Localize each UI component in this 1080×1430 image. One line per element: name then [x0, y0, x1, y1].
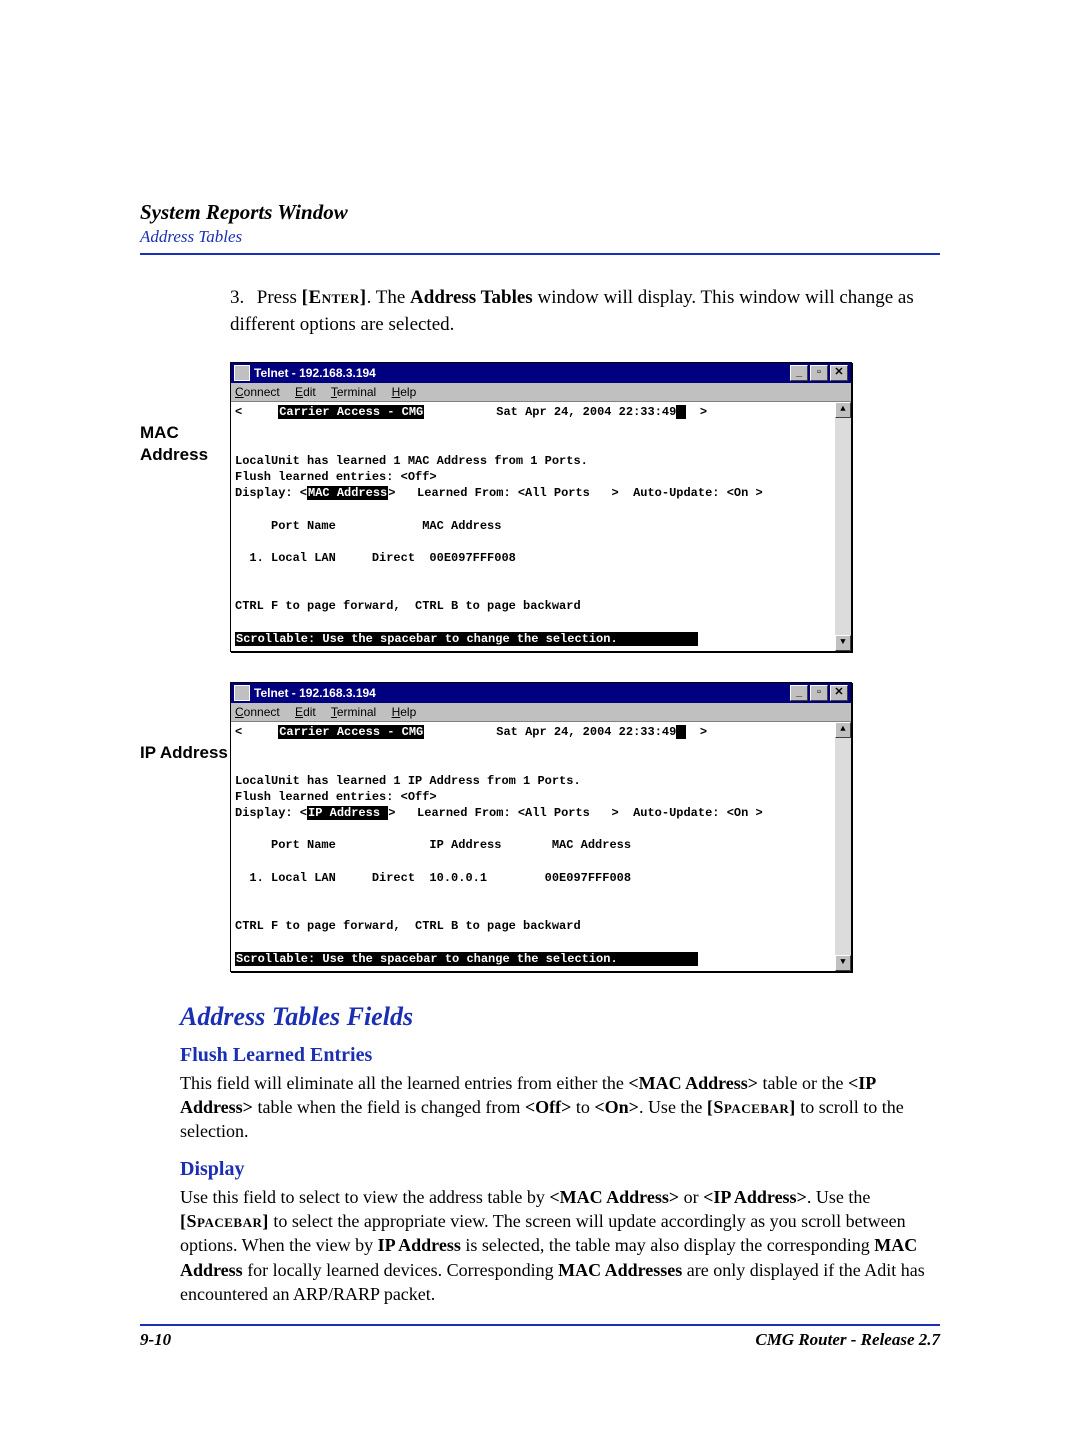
step-3: 3. Press [Enter]. The Address Tables win… [230, 285, 940, 338]
menu-help[interactable]: Help [392, 705, 417, 719]
step-text-1: Press [257, 287, 302, 308]
scroll-track[interactable] [835, 418, 851, 635]
scroll-up-icon[interactable]: ▲ [835, 402, 851, 418]
titlebar[interactable]: Telnet - 192.168.3.194 _ ▫ ✕ [231, 363, 851, 383]
terminal-mac[interactable]: < Carrier Access - CMG Sat Apr 24, 2004 … [231, 402, 835, 651]
scroll-track[interactable] [835, 738, 851, 955]
close-button[interactable]: ✕ [830, 365, 848, 381]
display-paragraph: Use this field to select to view the add… [180, 1185, 940, 1306]
telnet-window-ip: Telnet - 192.168.3.194 _ ▫ ✕ Connect Edi… [230, 682, 852, 972]
telnet-window-mac: Telnet - 192.168.3.194 _ ▫ ✕ CConnectonn… [230, 362, 852, 652]
terminal-ip[interactable]: < Carrier Access - CMG Sat Apr 24, 2004 … [231, 722, 835, 971]
window-title: Telnet - 192.168.3.194 [254, 366, 790, 380]
display-heading: Display [180, 1158, 940, 1181]
menu-terminal[interactable]: Terminal [331, 385, 376, 399]
window-title: Telnet - 192.168.3.194 [254, 686, 790, 700]
scrollbar[interactable]: ▲ ▼ [835, 402, 851, 651]
page-number: 9-10 [140, 1330, 171, 1350]
flush-heading: Flush Learned Entries [180, 1044, 940, 1067]
titlebar[interactable]: Telnet - 192.168.3.194 _ ▫ ✕ [231, 683, 851, 703]
maximize-button[interactable]: ▫ [810, 685, 828, 701]
step-bold-1: Address Tables [410, 287, 533, 308]
flush-paragraph: This field will eliminate all the learne… [180, 1071, 940, 1144]
menu-connect[interactable]: Connect [235, 705, 280, 719]
side-label-ip: IP Address [140, 682, 230, 972]
page-header-title: System Reports Window [140, 200, 940, 225]
footer-rule [140, 1324, 940, 1326]
menu-connect[interactable]: CConnectonnect [235, 385, 280, 399]
menu-edit[interactable]: Edit [295, 705, 316, 719]
menubar: Connect Edit Terminal Help [231, 703, 851, 722]
scroll-down-icon[interactable]: ▼ [835, 635, 851, 651]
app-icon [234, 685, 250, 701]
menu-help[interactable]: Help [392, 385, 417, 399]
minimize-button[interactable]: _ [790, 685, 808, 701]
menu-edit[interactable]: Edit [295, 385, 316, 399]
footer-product: CMG Router - Release 2.7 [755, 1330, 940, 1350]
enter-key: [Enter] [302, 287, 367, 308]
scrollbar[interactable]: ▲ ▼ [835, 722, 851, 971]
step-text-2: . The [367, 287, 410, 308]
menubar: CConnectonnect Edit Terminal Help [231, 383, 851, 402]
section-heading: Address Tables Fields [180, 1002, 940, 1032]
side-label-mac: MAC Address [140, 362, 230, 652]
step-number: 3. [230, 285, 252, 312]
header-rule [140, 253, 940, 255]
close-button[interactable]: ✕ [830, 685, 848, 701]
maximize-button[interactable]: ▫ [810, 365, 828, 381]
page-header-subtitle: Address Tables [140, 227, 940, 247]
scroll-up-icon[interactable]: ▲ [835, 722, 851, 738]
app-icon [234, 365, 250, 381]
minimize-button[interactable]: _ [790, 365, 808, 381]
scroll-down-icon[interactable]: ▼ [835, 955, 851, 971]
menu-terminal[interactable]: Terminal [331, 705, 376, 719]
